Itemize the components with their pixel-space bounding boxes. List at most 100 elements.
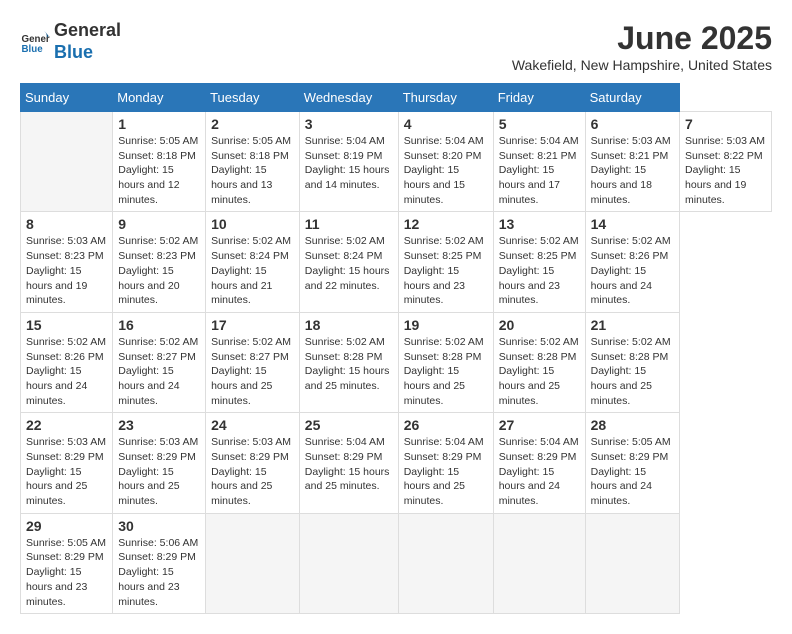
day-number: 7	[685, 116, 766, 132]
calendar-cell	[493, 513, 585, 613]
day-number: 4	[404, 116, 488, 132]
calendar-cell: 26 Sunrise: 5:04 AM Sunset: 8:29 PM Dayl…	[398, 413, 493, 513]
logo-icon: General Blue	[20, 27, 50, 57]
calendar-cell: 20 Sunrise: 5:02 AM Sunset: 8:28 PM Dayl…	[493, 312, 585, 412]
day-header-saturday: Saturday	[585, 84, 679, 112]
day-info: Sunrise: 5:02 AM Sunset: 8:28 PM Dayligh…	[305, 335, 393, 394]
day-header-monday: Monday	[113, 84, 206, 112]
day-info: Sunrise: 5:04 AM Sunset: 8:29 PM Dayligh…	[305, 435, 393, 494]
location-text: Wakefield, New Hampshire, United States	[512, 57, 772, 73]
calendar-cell: 12 Sunrise: 5:02 AM Sunset: 8:25 PM Dayl…	[398, 212, 493, 312]
day-number: 3	[305, 116, 393, 132]
day-info: Sunrise: 5:05 AM Sunset: 8:18 PM Dayligh…	[118, 134, 200, 207]
day-number: 27	[499, 417, 580, 433]
calendar-cell: 27 Sunrise: 5:04 AM Sunset: 8:29 PM Dayl…	[493, 413, 585, 513]
week-row-4: 22 Sunrise: 5:03 AM Sunset: 8:29 PM Dayl…	[21, 413, 772, 513]
day-number: 9	[118, 216, 200, 232]
svg-text:Blue: Blue	[22, 43, 44, 54]
day-info: Sunrise: 5:04 AM Sunset: 8:19 PM Dayligh…	[305, 134, 393, 193]
calendar-cell: 5 Sunrise: 5:04 AM Sunset: 8:21 PM Dayli…	[493, 112, 585, 212]
week-row-5: 29 Sunrise: 5:05 AM Sunset: 8:29 PM Dayl…	[21, 513, 772, 613]
day-number: 28	[591, 417, 674, 433]
day-info: Sunrise: 5:05 AM Sunset: 8:18 PM Dayligh…	[211, 134, 294, 207]
calendar-cell: 11 Sunrise: 5:02 AM Sunset: 8:24 PM Dayl…	[299, 212, 398, 312]
logo: General Blue General Blue	[20, 20, 121, 63]
calendar-cell: 30 Sunrise: 5:06 AM Sunset: 8:29 PM Dayl…	[113, 513, 206, 613]
calendar-table: SundayMondayTuesdayWednesdayThursdayFrid…	[20, 83, 772, 614]
calendar-cell: 6 Sunrise: 5:03 AM Sunset: 8:21 PM Dayli…	[585, 112, 679, 212]
day-number: 5	[499, 116, 580, 132]
day-number: 23	[118, 417, 200, 433]
logo-general-text: General	[54, 20, 121, 40]
day-header-sunday: Sunday	[21, 84, 113, 112]
day-info: Sunrise: 5:02 AM Sunset: 8:25 PM Dayligh…	[499, 234, 580, 307]
calendar-cell: 24 Sunrise: 5:03 AM Sunset: 8:29 PM Dayl…	[206, 413, 300, 513]
day-number: 22	[26, 417, 107, 433]
day-info: Sunrise: 5:02 AM Sunset: 8:24 PM Dayligh…	[305, 234, 393, 293]
calendar-cell: 25 Sunrise: 5:04 AM Sunset: 8:29 PM Dayl…	[299, 413, 398, 513]
day-number: 20	[499, 317, 580, 333]
calendar-cell: 21 Sunrise: 5:02 AM Sunset: 8:28 PM Dayl…	[585, 312, 679, 412]
day-info: Sunrise: 5:02 AM Sunset: 8:24 PM Dayligh…	[211, 234, 294, 307]
day-info: Sunrise: 5:02 AM Sunset: 8:26 PM Dayligh…	[26, 335, 107, 408]
calendar-cell	[21, 112, 113, 212]
day-info: Sunrise: 5:02 AM Sunset: 8:23 PM Dayligh…	[118, 234, 200, 307]
day-number: 14	[591, 216, 674, 232]
day-number: 25	[305, 417, 393, 433]
day-number: 18	[305, 317, 393, 333]
day-info: Sunrise: 5:02 AM Sunset: 8:26 PM Dayligh…	[591, 234, 674, 307]
calendar-cell: 10 Sunrise: 5:02 AM Sunset: 8:24 PM Dayl…	[206, 212, 300, 312]
calendar-cell: 28 Sunrise: 5:05 AM Sunset: 8:29 PM Dayl…	[585, 413, 679, 513]
day-number: 19	[404, 317, 488, 333]
calendar-cell: 14 Sunrise: 5:02 AM Sunset: 8:26 PM Dayl…	[585, 212, 679, 312]
day-number: 26	[404, 417, 488, 433]
day-info: Sunrise: 5:03 AM Sunset: 8:29 PM Dayligh…	[118, 435, 200, 508]
day-info: Sunrise: 5:06 AM Sunset: 8:29 PM Dayligh…	[118, 536, 200, 609]
day-info: Sunrise: 5:02 AM Sunset: 8:28 PM Dayligh…	[591, 335, 674, 408]
day-number: 29	[26, 518, 107, 534]
calendar-cell: 19 Sunrise: 5:02 AM Sunset: 8:28 PM Dayl…	[398, 312, 493, 412]
day-number: 15	[26, 317, 107, 333]
day-info: Sunrise: 5:04 AM Sunset: 8:29 PM Dayligh…	[499, 435, 580, 508]
day-header-wednesday: Wednesday	[299, 84, 398, 112]
day-header-friday: Friday	[493, 84, 585, 112]
day-info: Sunrise: 5:05 AM Sunset: 8:29 PM Dayligh…	[26, 536, 107, 609]
day-number: 21	[591, 317, 674, 333]
calendar-cell: 3 Sunrise: 5:04 AM Sunset: 8:19 PM Dayli…	[299, 112, 398, 212]
day-info: Sunrise: 5:03 AM Sunset: 8:21 PM Dayligh…	[591, 134, 674, 207]
day-info: Sunrise: 5:05 AM Sunset: 8:29 PM Dayligh…	[591, 435, 674, 508]
calendar-cell: 16 Sunrise: 5:02 AM Sunset: 8:27 PM Dayl…	[113, 312, 206, 412]
calendar-cell: 2 Sunrise: 5:05 AM Sunset: 8:18 PM Dayli…	[206, 112, 300, 212]
day-info: Sunrise: 5:04 AM Sunset: 8:29 PM Dayligh…	[404, 435, 488, 508]
calendar-cell: 15 Sunrise: 5:02 AM Sunset: 8:26 PM Dayl…	[21, 312, 113, 412]
day-info: Sunrise: 5:02 AM Sunset: 8:27 PM Dayligh…	[211, 335, 294, 408]
calendar-cell: 23 Sunrise: 5:03 AM Sunset: 8:29 PM Dayl…	[113, 413, 206, 513]
week-row-1: 1 Sunrise: 5:05 AM Sunset: 8:18 PM Dayli…	[21, 112, 772, 212]
day-number: 12	[404, 216, 488, 232]
calendar-cell	[585, 513, 679, 613]
calendar-cell: 18 Sunrise: 5:02 AM Sunset: 8:28 PM Dayl…	[299, 312, 398, 412]
day-info: Sunrise: 5:03 AM Sunset: 8:22 PM Dayligh…	[685, 134, 766, 207]
day-header-tuesday: Tuesday	[206, 84, 300, 112]
calendar-cell: 7 Sunrise: 5:03 AM Sunset: 8:22 PM Dayli…	[680, 112, 772, 212]
day-number: 10	[211, 216, 294, 232]
day-number: 30	[118, 518, 200, 534]
calendar-cell	[206, 513, 300, 613]
day-number: 16	[118, 317, 200, 333]
calendar-cell: 8 Sunrise: 5:03 AM Sunset: 8:23 PM Dayli…	[21, 212, 113, 312]
calendar-cell: 13 Sunrise: 5:02 AM Sunset: 8:25 PM Dayl…	[493, 212, 585, 312]
day-number: 13	[499, 216, 580, 232]
day-info: Sunrise: 5:03 AM Sunset: 8:23 PM Dayligh…	[26, 234, 107, 307]
calendar-cell: 9 Sunrise: 5:02 AM Sunset: 8:23 PM Dayli…	[113, 212, 206, 312]
calendar-cell: 29 Sunrise: 5:05 AM Sunset: 8:29 PM Dayl…	[21, 513, 113, 613]
day-number: 8	[26, 216, 107, 232]
calendar-cell	[299, 513, 398, 613]
day-info: Sunrise: 5:03 AM Sunset: 8:29 PM Dayligh…	[211, 435, 294, 508]
day-number: 24	[211, 417, 294, 433]
logo-blue-text: Blue	[54, 42, 93, 62]
week-row-3: 15 Sunrise: 5:02 AM Sunset: 8:26 PM Dayl…	[21, 312, 772, 412]
day-info: Sunrise: 5:02 AM Sunset: 8:27 PM Dayligh…	[118, 335, 200, 408]
day-header-thursday: Thursday	[398, 84, 493, 112]
calendar-cell: 4 Sunrise: 5:04 AM Sunset: 8:20 PM Dayli…	[398, 112, 493, 212]
calendar-cell: 1 Sunrise: 5:05 AM Sunset: 8:18 PM Dayli…	[113, 112, 206, 212]
